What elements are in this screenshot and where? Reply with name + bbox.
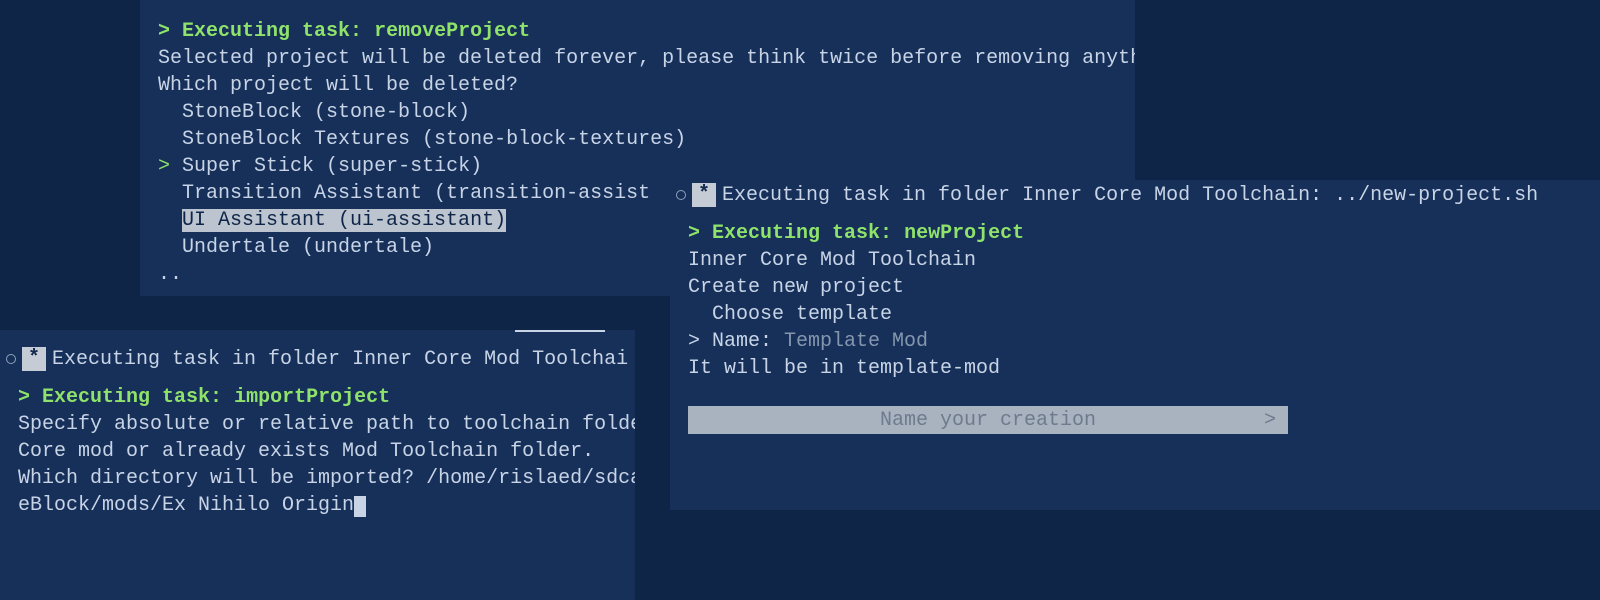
input-placeholder: Name your creation bbox=[880, 407, 1096, 434]
output-text: Specify absolute or relative path to too… bbox=[18, 411, 617, 438]
name-input-ghost[interactable]: Template Mod bbox=[784, 330, 928, 353]
terminal-output: > Executing task: importProject Specify … bbox=[0, 374, 635, 533]
name-input-field[interactable]: Name your creation > bbox=[688, 406, 1288, 434]
divider bbox=[515, 330, 605, 332]
terminal-new-project: * Executing task in folder Inner Core Mo… bbox=[670, 180, 1600, 510]
task-title-bar: * Executing task in folder Inner Core Mo… bbox=[670, 180, 1600, 210]
circle-icon bbox=[6, 354, 16, 364]
choose-template-option[interactable]: Choose template bbox=[688, 301, 1582, 328]
task-header: > Executing task: newProject bbox=[688, 220, 1582, 247]
list-item-selected[interactable]: > Super Stick (super-stick) bbox=[158, 153, 1117, 180]
directory-input-continued[interactable]: eBlock/mods/Ex Nihilo Origin bbox=[18, 492, 617, 519]
output-text: Core mod or already exists Mod Toolchain… bbox=[18, 438, 617, 465]
terminal-output: > Executing task: newProject Inner Core … bbox=[670, 210, 1600, 448]
name-prompt-line[interactable]: > Name: Template Mod bbox=[688, 328, 1582, 355]
cursor-icon bbox=[354, 496, 366, 517]
question-text: Which project will be deleted? bbox=[158, 72, 1117, 99]
list-item[interactable]: StoneBlock Textures (stone-block-texture… bbox=[158, 126, 1117, 153]
output-text: Create new project bbox=[688, 274, 1582, 301]
directory-prompt[interactable]: Which directory will be imported? /home/… bbox=[18, 465, 617, 492]
terminal-import-project: * Executing task in folder Inner Core Mo… bbox=[0, 330, 635, 600]
output-text: It will be in template-mod bbox=[688, 355, 1582, 382]
task-bar-text: Executing task in folder Inner Core Mod … bbox=[722, 182, 1538, 209]
list-item[interactable]: StoneBlock (stone-block) bbox=[158, 99, 1117, 126]
output-text: Inner Core Mod Toolchain bbox=[688, 247, 1582, 274]
chevron-right-icon[interactable]: > bbox=[1264, 407, 1276, 434]
star-icon: * bbox=[22, 347, 46, 371]
task-header: > Executing task: removeProject bbox=[158, 18, 1117, 45]
task-header: > Executing task: importProject bbox=[18, 384, 617, 411]
task-title-bar: * Executing task in folder Inner Core Mo… bbox=[0, 344, 635, 374]
task-bar-text: Executing task in folder Inner Core Mod … bbox=[52, 346, 628, 373]
warning-text: Selected project will be deleted forever… bbox=[158, 45, 1117, 72]
star-icon: * bbox=[692, 183, 716, 207]
circle-icon bbox=[676, 190, 686, 200]
